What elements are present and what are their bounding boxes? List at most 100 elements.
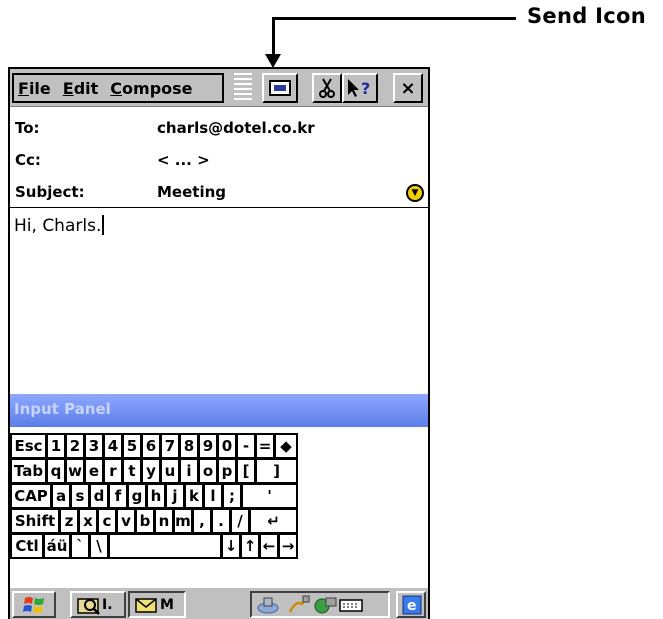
key-5[interactable]: 5 [122, 433, 142, 459]
callout-line-vertical [272, 17, 275, 57]
key-space[interactable] [108, 533, 222, 559]
keyboard-icon[interactable] [338, 594, 364, 616]
cc-label: Cc: [15, 151, 41, 169]
key-w[interactable]: w [65, 458, 85, 484]
key-l[interactable]: l [203, 483, 223, 509]
key-equals[interactable]: = [255, 433, 275, 459]
key-z[interactable]: z [59, 508, 79, 534]
send-button[interactable] [262, 73, 298, 103]
key-j[interactable]: j [165, 483, 185, 509]
menu-compose[interactable]: Compose [110, 79, 192, 98]
key-8[interactable]: 8 [179, 433, 199, 459]
message-text: Hi, Charls. [14, 216, 102, 236]
key-up[interactable]: ↑ [240, 533, 260, 559]
to-field[interactable]: charls@dotel.co.kr [157, 119, 315, 137]
taskbar-app-mail[interactable]: M [128, 591, 186, 618]
message-body[interactable]: Hi, Charls. [14, 215, 105, 236]
key-rbracket[interactable]: ] [255, 458, 298, 484]
to-label: To: [15, 119, 40, 137]
key-m[interactable]: m [173, 508, 193, 534]
key-k[interactable]: k [184, 483, 204, 509]
svg-text:?: ? [361, 79, 370, 98]
svg-text:e: e [407, 598, 417, 614]
key-b[interactable]: b [135, 508, 155, 534]
key-shift[interactable]: Shift [10, 508, 60, 534]
key-left[interactable]: ← [259, 533, 279, 559]
subject-row[interactable]: Subject: Meeting ▼ [10, 177, 428, 207]
key-right[interactable]: → [278, 533, 298, 559]
soft-keyboard: Esc 1 2 3 4 5 6 7 8 9 0 - = ◆ Tab q w e … [10, 433, 428, 585]
pda-window: File Edit Compose ? × To: charls@dotel.c… [8, 67, 430, 619]
key-semicolon[interactable]: ; [222, 483, 242, 509]
taskbar-app-explorer[interactable]: I. [70, 591, 126, 618]
key-period[interactable]: . [211, 508, 231, 534]
key-u[interactable]: u [160, 458, 180, 484]
key-a[interactable]: a [51, 483, 71, 509]
key-e[interactable]: e [84, 458, 104, 484]
key-y[interactable]: y [141, 458, 161, 484]
cut-button[interactable] [312, 73, 342, 103]
key-0[interactable]: 0 [217, 433, 237, 459]
key-t[interactable]: t [122, 458, 142, 484]
taskbar: I. M e [10, 587, 428, 619]
close-button[interactable]: × [393, 73, 423, 103]
key-down[interactable]: ↓ [221, 533, 241, 559]
key-o[interactable]: o [198, 458, 218, 484]
key-tab[interactable]: Tab [10, 458, 47, 484]
toolbar-grip [234, 73, 252, 103]
key-7[interactable]: 7 [160, 433, 180, 459]
key-x[interactable]: x [78, 508, 98, 534]
key-p[interactable]: p [217, 458, 237, 484]
key-backtick[interactable]: ` [70, 533, 90, 559]
key-quote[interactable]: ' [241, 483, 298, 509]
connection-icon[interactable] [312, 594, 338, 616]
key-6[interactable]: 6 [141, 433, 161, 459]
chevron-down-icon[interactable]: ▼ [406, 184, 424, 202]
key-f[interactable]: f [108, 483, 128, 509]
key-s[interactable]: s [70, 483, 90, 509]
cc-field[interactable]: < ... > [157, 151, 210, 169]
key-esc[interactable]: Esc [10, 433, 47, 459]
key-caps[interactable]: CAP [10, 483, 52, 509]
to-row[interactable]: To: charls@dotel.co.kr [10, 113, 428, 143]
key-4[interactable]: 4 [103, 433, 123, 459]
key-ctl[interactable]: Ctl [10, 533, 44, 559]
key-slash[interactable]: / [230, 508, 250, 534]
key-1[interactable]: 1 [46, 433, 66, 459]
taskbar-app-label: I. [102, 596, 113, 613]
key-d[interactable]: d [89, 483, 109, 509]
network-icon[interactable] [256, 594, 286, 616]
key-r[interactable]: r [103, 458, 123, 484]
menu-group: File Edit Compose [12, 73, 224, 103]
help-button[interactable]: ? [342, 73, 378, 103]
windows-flag-icon [23, 596, 44, 613]
menu-file[interactable]: File [18, 79, 51, 98]
key-enter[interactable]: ↵ [249, 508, 298, 534]
start-button[interactable] [12, 591, 56, 618]
key-h[interactable]: h [146, 483, 166, 509]
key-backslash[interactable]: \ [89, 533, 109, 559]
key-minus[interactable]: - [236, 433, 256, 459]
taskbar-app-label: M [160, 596, 174, 613]
key-lbracket[interactable]: [ [236, 458, 256, 484]
key-c[interactable]: c [97, 508, 117, 534]
key-comma[interactable]: , [192, 508, 212, 534]
key-q[interactable]: q [46, 458, 66, 484]
key-n[interactable]: n [154, 508, 174, 534]
key-i[interactable]: i [179, 458, 199, 484]
key-backspace[interactable]: ◆ [274, 433, 298, 459]
menu-edit[interactable]: Edit [63, 79, 99, 98]
key-accents[interactable]: áü [43, 533, 71, 559]
key-2[interactable]: 2 [65, 433, 85, 459]
key-v[interactable]: v [116, 508, 136, 534]
key-9[interactable]: 9 [198, 433, 218, 459]
cc-row[interactable]: Cc: < ... > [10, 145, 428, 175]
taskbar-ie-button[interactable]: e [396, 591, 426, 618]
power-plug-icon[interactable] [286, 594, 312, 616]
cut-icon [319, 78, 335, 98]
subject-field[interactable]: Meeting [157, 183, 226, 201]
key-3[interactable]: 3 [84, 433, 104, 459]
subject-label: Subject: [15, 183, 85, 201]
mail-icon [135, 597, 157, 613]
key-g[interactable]: g [127, 483, 147, 509]
